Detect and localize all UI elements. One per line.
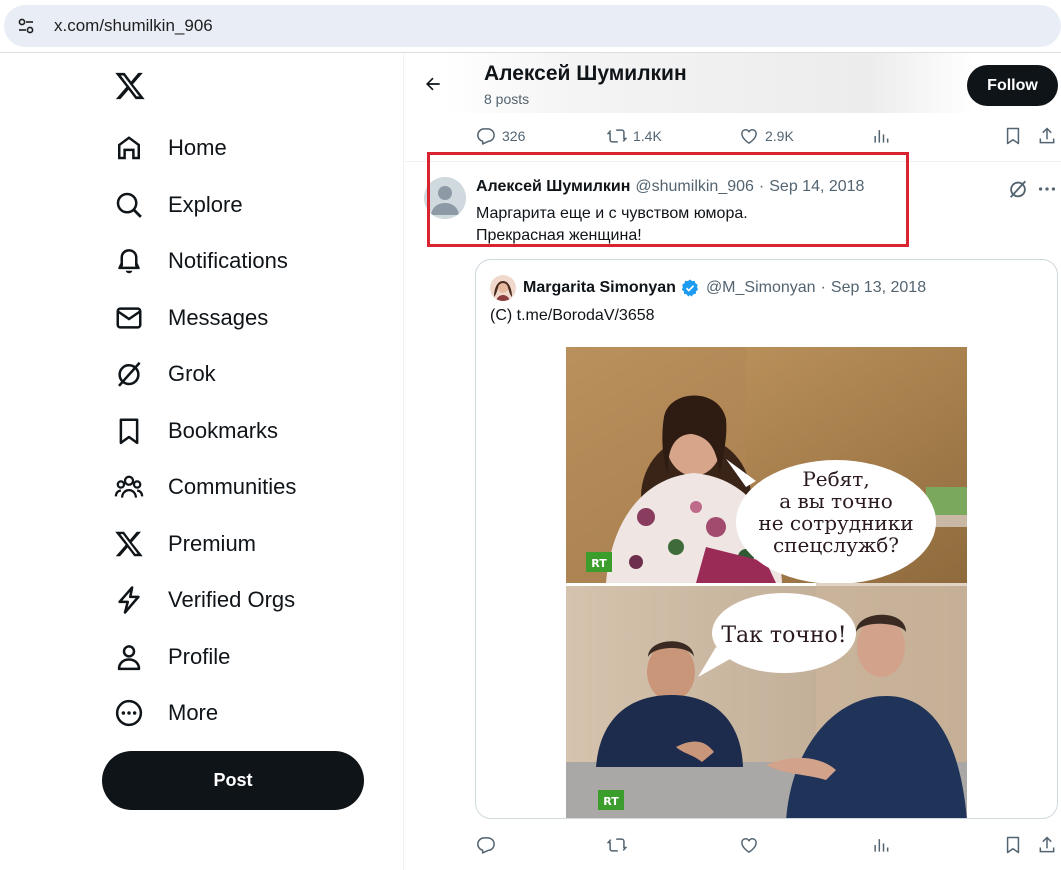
nav-communities[interactable]: Communities (114, 467, 296, 507)
like-button[interactable]: 2.9K (739, 121, 794, 151)
views-button[interactable] (871, 830, 891, 860)
people-icon (114, 475, 144, 498)
bubble-1-line-1: Ребят, (802, 467, 869, 491)
repost-button[interactable] (607, 830, 627, 860)
nav-bookmarks-label: Bookmarks (168, 418, 279, 443)
repost-icon (607, 129, 627, 143)
left-sidebar: Home Explore Notifications Messages Grok… (0, 53, 403, 870)
arrow-left-icon (426, 77, 440, 91)
quote-text: (C) t.me/BorodaV/3658 (490, 307, 655, 324)
reply-icon (477, 837, 495, 854)
bookmark-icon (119, 418, 139, 445)
nav-premium[interactable]: Premium (114, 524, 256, 564)
nav-grok[interactable]: Grok (114, 354, 216, 394)
quote-date: Sep 13, 2018 (830, 279, 927, 296)
url-field[interactable]: x.com/shumilkin_906 (4, 5, 1061, 47)
reply-button[interactable]: 326 (476, 121, 525, 151)
quote-header: Margarita Simonyan @M_Simonyan · Sep 13,… (490, 275, 926, 301)
profile-name: Алексей Шумилкин (484, 62, 687, 85)
lightning-icon (118, 586, 140, 614)
tune-icon[interactable] (16, 16, 36, 36)
quote-author-handle: @M_Simonyan (705, 279, 816, 296)
like-count: 2.9K (765, 128, 794, 144)
search-icon (116, 192, 142, 218)
grok-icon[interactable] (1007, 178, 1029, 200)
nav-verified-orgs-label: Verified Orgs (168, 587, 296, 612)
nav-messages[interactable]: Messages (114, 298, 268, 338)
nav-notifications-label: Notifications (168, 248, 288, 273)
quote-avatar[interactable] (490, 275, 516, 301)
repost-count: 1.4K (633, 128, 662, 144)
highlight-box (427, 152, 909, 247)
nav-profile[interactable]: Profile (114, 637, 230, 677)
bookmark-icon (1006, 836, 1020, 854)
like-button[interactable] (739, 830, 759, 860)
rt-logo-top-text: RT (591, 557, 607, 570)
home-icon (118, 136, 140, 160)
verified-badge-icon (681, 279, 698, 297)
heart-icon (741, 838, 757, 853)
rt-logo-bottom-text: RT (603, 795, 619, 808)
share-icon (1039, 836, 1055, 853)
reply-icon (477, 128, 495, 145)
nav-premium-label: Premium (168, 531, 257, 556)
nav-bookmarks[interactable]: Bookmarks (114, 411, 278, 451)
more-circle-icon (115, 699, 143, 727)
share-icon (1039, 127, 1055, 144)
nav-explore[interactable]: Explore (114, 185, 243, 225)
bubble-1-line-3: не сотрудники (758, 511, 913, 535)
grok-icon (118, 361, 141, 387)
follow-button[interactable]: Follow (967, 65, 1058, 106)
separator: · (820, 279, 826, 296)
nav-more-label: More (168, 700, 219, 725)
x-logo-icon[interactable] (114, 70, 146, 102)
more-icon[interactable] (1036, 178, 1058, 200)
post-button[interactable]: Post (102, 751, 364, 810)
back-button[interactable] (418, 69, 448, 99)
bell-icon (118, 249, 140, 274)
bookmark-button[interactable] (1003, 830, 1023, 860)
views-button[interactable] (871, 121, 891, 151)
bubble-2-text: Так точно! (721, 623, 846, 648)
share-button[interactable] (1037, 830, 1057, 860)
nav-explore-label: Explore (168, 192, 243, 217)
nav-communities-label: Communities (168, 474, 297, 499)
nav-verified-orgs[interactable]: Verified Orgs (114, 580, 295, 620)
repost-button[interactable]: 1.4K (607, 121, 662, 151)
envelope-icon (116, 307, 142, 329)
repost-icon (607, 838, 627, 852)
bubble-1-line-2: а вы точно (779, 489, 893, 513)
nav-profile-label: Profile (168, 644, 231, 669)
bubble-1-line-4: спецслужб? (773, 533, 899, 557)
share-button[interactable] (1037, 121, 1057, 151)
post-count: 8 posts (484, 91, 530, 107)
main-column: Алексей Шумилкин 8 posts Follow 326 1.4K… (404, 53, 1061, 870)
nav-notifications[interactable]: Notifications (114, 241, 288, 281)
analytics-icon (874, 130, 889, 143)
tweet-actions (404, 830, 1061, 860)
nav-home[interactable]: Home (114, 128, 227, 168)
heart-icon (741, 129, 757, 144)
reply-count: 326 (502, 128, 526, 144)
analytics-icon (874, 839, 889, 852)
quoted-tweet[interactable]: Margarita Simonyan @M_Simonyan · Sep 13,… (475, 259, 1058, 819)
previous-tweet-actions: 326 1.4K 2.9K (404, 121, 1061, 151)
url-text: x.com/shumilkin_906 (54, 16, 213, 35)
nav-messages-label: Messages (168, 305, 269, 330)
nav-more[interactable]: More (114, 693, 218, 733)
x-logo-icon (115, 531, 143, 557)
browser-address-bar: x.com/shumilkin_906 (0, 0, 1061, 52)
bookmark-button[interactable] (1003, 121, 1023, 151)
meme-image[interactable]: Ребят, а вы точно не сотрудники спецслуж… (566, 347, 967, 819)
nav-grok-label: Grok (168, 361, 216, 386)
person-icon (117, 645, 141, 671)
bookmark-icon (1006, 127, 1020, 145)
nav-home-label: Home (168, 135, 227, 160)
reply-button[interactable] (476, 830, 496, 860)
quote-author-name: Margarita Simonyan (523, 279, 676, 296)
